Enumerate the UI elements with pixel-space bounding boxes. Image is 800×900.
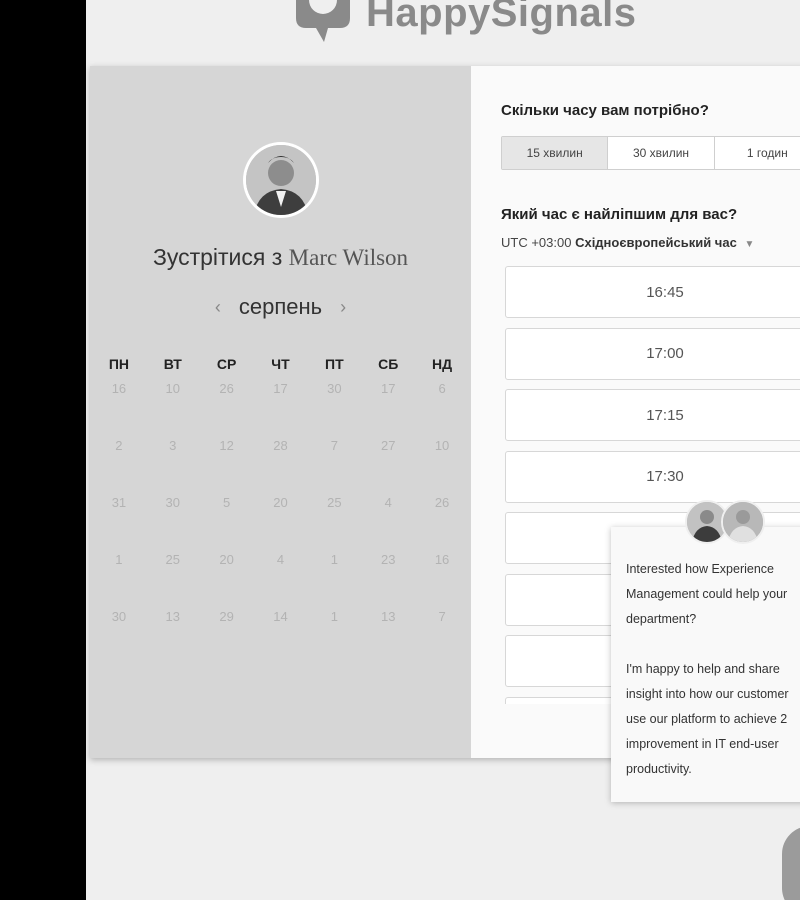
calendar-day: 20 — [219, 552, 234, 567]
chat-agents — [685, 500, 765, 544]
calendar-day: 2 — [115, 438, 123, 453]
meet-title: Зустрітися з Marc Wilson — [90, 244, 471, 271]
chat-popup[interactable]: Interested how Experience Management cou… — [611, 500, 800, 802]
calendar-day: 4 — [276, 552, 285, 567]
chat-launcher-button[interactable] — [782, 826, 800, 900]
calendar-day: 17 — [380, 381, 396, 396]
speech-bubble-logo-icon — [286, 0, 360, 48]
calendar-day: 10 — [165, 381, 180, 396]
duration-option-15[interactable]: 15 хвилин — [502, 137, 609, 169]
calendar-day: 1 — [330, 609, 338, 624]
chat-message-line: Management could help your — [626, 587, 788, 601]
agent-avatar-icon — [721, 500, 765, 544]
duration-option-30[interactable]: 30 хвилин — [608, 137, 715, 169]
chat-message-line: productivity. — [626, 762, 692, 776]
chat-message-line: use our platform to achieve 2 — [626, 712, 788, 726]
calendar-days-grid: 16 10 26 17 30 17 6 2 3 12 28 7 27 10 31… — [90, 381, 471, 625]
calendar-day: 25 — [165, 552, 180, 567]
calendar-day: 28 — [273, 438, 288, 453]
time-question: Який час є найліпшим для вас? — [501, 206, 738, 223]
calendar-day: 13 — [165, 609, 180, 624]
host-calendar-panel: Зустрітися з Marc Wilson ‹ серпень › ПН … — [90, 66, 471, 758]
calendar-day: 7 — [438, 609, 446, 624]
calendar-day: 10 — [434, 438, 450, 453]
calendar-day: 4 — [384, 495, 392, 510]
calendar-day: 1 — [115, 552, 123, 567]
weekday-label: ВТ — [163, 356, 182, 372]
calendar-day: 3 — [169, 438, 177, 453]
caret-down-icon: ▼ — [744, 239, 755, 250]
calendar-day: 29 — [219, 609, 234, 624]
calendar-day: 1 — [330, 552, 338, 567]
host-avatar — [243, 142, 319, 218]
calendar-day: 12 — [219, 438, 234, 453]
calendar-day: 7 — [330, 438, 338, 453]
calendar-day: 14 — [273, 609, 288, 624]
chevron-right-icon[interactable]: › — [340, 297, 346, 318]
calendar-day: 16 — [111, 381, 127, 396]
calendar-day: 31 — [111, 495, 127, 510]
calendar-day: 16 — [434, 552, 450, 567]
calendar-day: 30 — [111, 609, 127, 624]
duration-selector: 15 хвилин 30 хвилин 1 годин — [501, 136, 800, 170]
weekday-label: ПН — [108, 356, 130, 372]
calendar-day: 5 — [223, 495, 231, 510]
month-navigation: ‹ серпень › — [90, 294, 471, 320]
calendar-day: 26 — [434, 495, 450, 510]
chat-message-line: I'm happy to help and share — [626, 662, 780, 676]
weekday-label: ПТ — [325, 356, 344, 372]
timezone-offset: UTC +03:00 — [501, 235, 572, 250]
time-slot[interactable]: 17:00 — [505, 327, 800, 380]
happysignals-logo[interactable]: HappySignals — [286, 0, 637, 48]
calendar-day: 25 — [327, 495, 342, 510]
weekday-label: ЧТ — [271, 356, 290, 372]
page: HappySignals Зустрітися з Marc Wilson ‹ … — [86, 0, 800, 900]
calendar-day: 17 — [273, 381, 288, 396]
chat-message-line: improvement in IT end-user — [626, 737, 779, 751]
weekday-label: СР — [216, 356, 237, 372]
month-label: серпень — [238, 294, 323, 319]
host-avatar-icon — [246, 145, 316, 215]
timezone-selector[interactable]: UTC +03:00 Східноєвропейський час ▼ — [501, 235, 754, 250]
calendar-day: 27 — [380, 438, 396, 453]
brand-name: HappySignals — [366, 0, 637, 35]
meet-prefix: Зустрітися з — [152, 244, 283, 270]
calendar-day: 30 — [165, 495, 180, 510]
calendar-day: 20 — [273, 495, 288, 510]
timezone-name: Східноєвропейський час — [575, 235, 737, 250]
duration-question: Скільки часу вам потрібно? — [501, 102, 709, 119]
weekday-label: НД — [432, 356, 453, 372]
calendar-day: 23 — [380, 552, 396, 567]
calendar-day: 6 — [438, 381, 446, 396]
time-slot[interactable]: 17:15 — [505, 389, 800, 441]
chat-message-line: department? — [626, 612, 697, 626]
calendar-day: 26 — [219, 381, 234, 396]
calendar-day: 13 — [380, 609, 396, 624]
time-slot[interactable]: 16:45 — [505, 266, 800, 318]
chevron-left-icon[interactable]: ‹ — [215, 297, 221, 318]
chat-message-line: Interested how Experience — [626, 562, 775, 576]
host-name: Marc Wilson — [288, 245, 409, 270]
calendar-day: 30 — [327, 381, 342, 396]
time-slot[interactable]: 17:30 — [505, 450, 800, 503]
duration-option-60[interactable]: 1 годин — [715, 137, 800, 169]
weekday-label: СБ — [378, 356, 399, 372]
chat-message-line: insight into how our customer — [626, 687, 789, 701]
weekday-header: ПН ВТ СР ЧТ ПТ СБ НД — [90, 356, 471, 372]
